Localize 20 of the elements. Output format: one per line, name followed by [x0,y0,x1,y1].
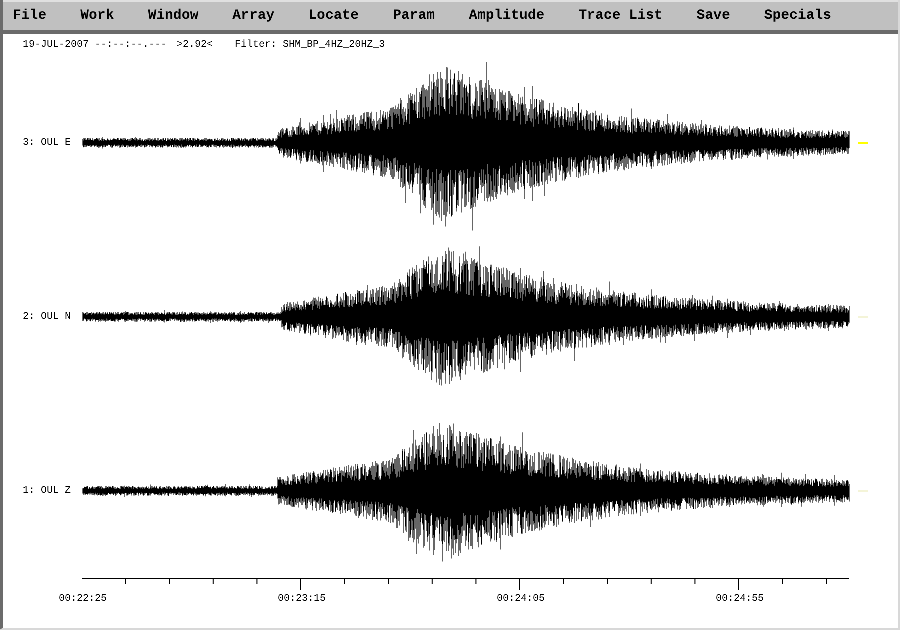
menu-item[interactable]: Locate [308,9,360,23]
menu-item[interactable]: Amplitude [469,9,545,23]
filter-text: Filter: SHM_BP_4HZ_20HZ_3 [235,38,386,52]
time-label: 00:24:55 [716,593,764,607]
menu-item[interactable]: Save [696,9,730,23]
time-label: 00:24:05 [497,593,545,607]
menu-item[interactable]: Array [232,9,275,23]
trace-label: 3: OUL E [22,136,72,150]
menu-item[interactable]: Work [80,9,114,23]
menu-item[interactable]: Window [148,9,199,23]
trace-label: 2: OUL N [22,310,72,324]
time-label: 00:22:25 [59,593,107,607]
menu-item[interactable]: File [13,9,47,23]
time-label: 00:23:15 [278,593,326,607]
menu-item[interactable]: Trace List [578,9,663,23]
zoom-factor-text: >2.92< [177,38,214,52]
date-time-text: 19-JUL-2007 --:--:--.--- [23,38,168,52]
menu-item[interactable]: Param [393,9,436,23]
trace-label: 1: OUL Z [22,484,72,498]
menu-item[interactable]: Specials [764,9,832,23]
